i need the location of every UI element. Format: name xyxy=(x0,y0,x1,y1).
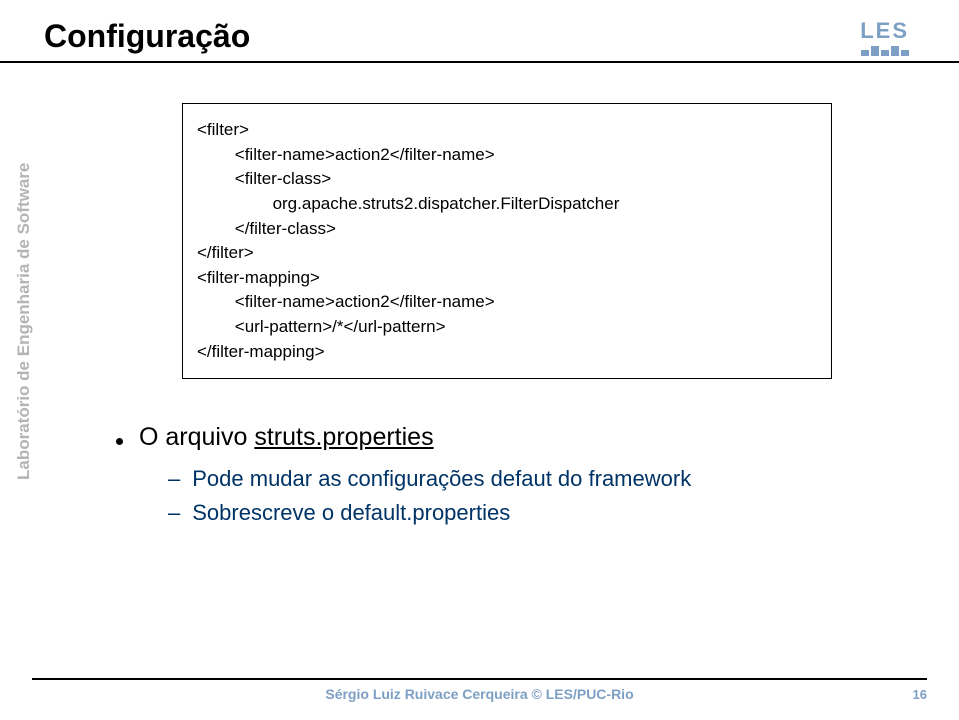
content-area: <filter> <filter-name>action2</filter-na… xyxy=(92,103,927,526)
footer-line xyxy=(32,678,927,680)
bullet-dot-icon xyxy=(116,438,123,445)
footer-row: Sérgio Luiz Ruivace Cerqueira © LES/PUC-… xyxy=(32,686,927,702)
code-line: <filter> xyxy=(197,118,811,143)
slide: Configuração LES Laboratório de Engenhar… xyxy=(0,0,959,720)
sub-bullet-text: Pode mudar as configurações defaut do fr… xyxy=(192,466,691,492)
code-line: </filter-mapping> xyxy=(197,340,811,365)
dash-icon: – xyxy=(168,466,180,492)
page-number: 16 xyxy=(887,687,927,702)
sub-bullet: – Pode mudar as configurações defaut do … xyxy=(168,466,927,492)
sidebar-label: Laboratório de Engenharia de Software xyxy=(14,163,34,480)
footer: Sérgio Luiz Ruivace Cerqueira © LES/PUC-… xyxy=(0,678,959,720)
code-line: <filter-class> xyxy=(197,167,811,192)
sub-bullet-text: Sobrescreve o default.properties xyxy=(192,500,510,526)
bullet-main: O arquivo struts.properties xyxy=(116,423,927,452)
page-title: Configuração xyxy=(44,18,927,55)
bullet-pre: O arquivo xyxy=(139,423,254,451)
bullet-list: O arquivo struts.properties – Pode mudar… xyxy=(116,423,927,526)
code-line: <filter-name>action2</filter-name> xyxy=(197,143,811,168)
footer-text: Sérgio Luiz Ruivace Cerqueira © LES/PUC-… xyxy=(72,686,887,702)
code-line: <filter-name>action2</filter-name> xyxy=(197,290,811,315)
logo: LES xyxy=(860,18,909,56)
sub-bullet: – Sobrescreve o default.properties xyxy=(168,500,927,526)
title-underline xyxy=(0,61,959,63)
bullet-link: struts.properties xyxy=(254,423,433,451)
bullet-main-text: O arquivo struts.properties xyxy=(139,423,434,452)
code-line: <filter-mapping> xyxy=(197,266,811,291)
code-line: </filter-class> xyxy=(197,217,811,242)
logo-text: LES xyxy=(860,18,909,44)
code-line: org.apache.struts2.dispatcher.FilterDisp… xyxy=(197,192,811,217)
code-box: <filter> <filter-name>action2</filter-na… xyxy=(182,103,832,379)
logo-bars-icon xyxy=(861,46,909,56)
code-line: </filter> xyxy=(197,241,811,266)
dash-icon: – xyxy=(168,500,180,526)
code-line: <url-pattern>/*</url-pattern> xyxy=(197,315,811,340)
